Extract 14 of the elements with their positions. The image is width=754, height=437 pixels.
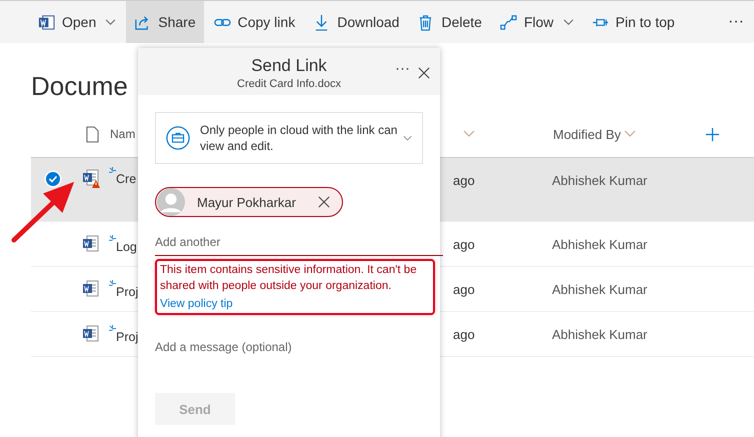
link-settings-text: Only people in cloud with the link can view and edit. <box>200 122 398 154</box>
modified-date: ago <box>453 173 476 188</box>
file-name-subtitle: Credit Card Info.docx <box>237 78 341 90</box>
modified-date: ago <box>453 326 476 342</box>
recipient-name: Mayur Pokharkar <box>197 194 296 210</box>
modified-by: Abhishek Kumar <box>552 173 648 188</box>
modified-by: Abhishek Kumar <box>552 236 648 252</box>
panel-title: Send Link <box>251 55 327 76</box>
modified-by: Abhishek Kumar <box>552 282 648 296</box>
warning-text: This item contains sensitive information. It can't be shared with people outside your organization. <box>160 263 418 294</box>
library-title: Docume <box>31 71 128 103</box>
modified-date: ago <box>453 282 476 296</box>
modified-by: Abhishek Kumar <box>552 326 648 342</box>
modified-date: ago <box>453 236 476 252</box>
